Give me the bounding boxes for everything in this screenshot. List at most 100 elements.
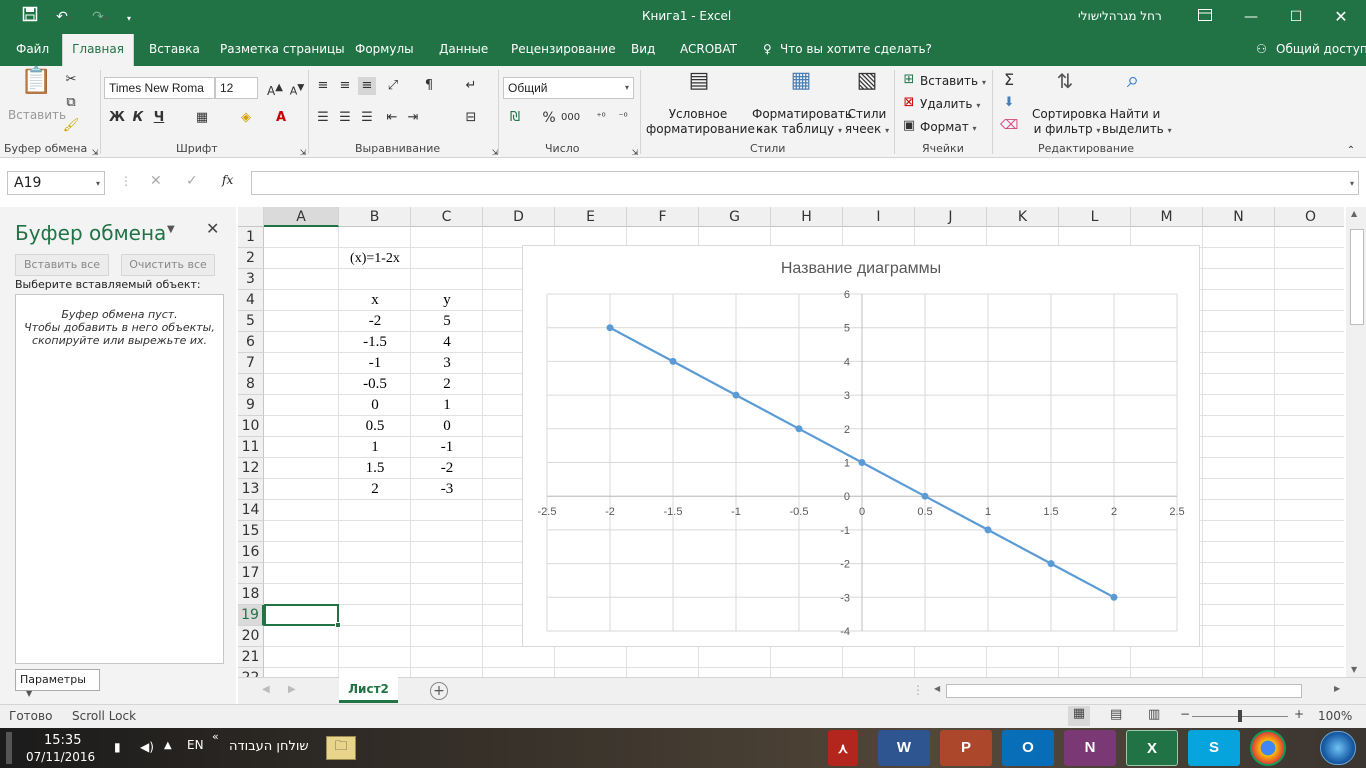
vertical-scrollbar[interactable]: ▲ ▼ xyxy=(1346,207,1366,677)
desktop-toolbar-chevron[interactable]: « xyxy=(212,730,219,743)
row-header[interactable]: 6 xyxy=(238,332,264,353)
borders-icon[interactable]: ▦ xyxy=(193,109,211,127)
tab-acrobat[interactable]: ACROBAT xyxy=(680,42,737,56)
font-color-icon[interactable]: A xyxy=(272,109,290,127)
tab-split-grip[interactable]: ⋮ xyxy=(912,683,924,697)
pane-close-icon[interactable]: ✕ xyxy=(206,219,219,238)
row-header[interactable]: 21 xyxy=(238,647,264,668)
column-header[interactable]: M xyxy=(1131,207,1203,227)
tab-review[interactable]: Рецензирование xyxy=(511,42,616,56)
share-button[interactable]: Общий доступ xyxy=(1276,42,1366,56)
clock-date[interactable]: 07/11/2016 xyxy=(26,750,95,764)
customize-qat-icon[interactable]: ▾ xyxy=(118,6,140,28)
row-header[interactable]: 20 xyxy=(238,626,264,647)
word-taskbar-icon[interactable]: W xyxy=(878,730,930,766)
row-header[interactable]: 13 xyxy=(238,479,264,500)
row-header[interactable]: 18 xyxy=(238,584,264,605)
y-value-cell[interactable]: 3 xyxy=(411,353,483,374)
conditional-formatting-icon[interactable]: ▤ xyxy=(684,70,714,102)
horizontal-scroll-thumb[interactable] xyxy=(946,684,1302,698)
align-top-icon[interactable]: ≡ xyxy=(314,77,332,95)
x-value-cell[interactable]: -1.5 xyxy=(339,332,411,353)
worksheet-grid[interactable]: A B C D E F G H I J K L M N O 1 2 3 4 5 … xyxy=(238,207,1344,677)
find-select-icon[interactable]: ⌕ xyxy=(1118,70,1148,102)
sort-filter-icon[interactable]: ⇅ xyxy=(1050,71,1080,102)
increase-indent-icon[interactable]: ⇥ xyxy=(404,109,422,127)
row-header[interactable]: 12 xyxy=(238,458,264,479)
thousands-button[interactable]: 000 xyxy=(561,109,580,127)
tab-scroll-left-icon[interactable]: ◀ xyxy=(262,684,270,695)
network-icon[interactable]: ▮ xyxy=(114,740,121,754)
x-value-cell[interactable]: 0.5 xyxy=(339,416,411,437)
format-painter-icon[interactable]: 🖌 xyxy=(62,117,80,135)
font-name-combo[interactable]: Times New Roma xyxy=(104,77,215,99)
cell-styles-button[interactable]: Стили ячеек ▾ xyxy=(844,107,890,138)
tab-home[interactable]: Главная xyxy=(62,34,134,66)
align-center-icon[interactable]: ☰ xyxy=(336,109,354,127)
hscroll-left-icon[interactable]: ◀ xyxy=(934,684,940,693)
find-select-button[interactable]: Найти и выделить ▾ xyxy=(1102,107,1172,138)
column-header[interactable]: A xyxy=(264,207,339,227)
page-layout-view-icon[interactable]: ▤ xyxy=(1110,707,1122,722)
sheet-tab-active[interactable]: Лист2 xyxy=(339,677,398,703)
cancel-icon[interactable]: ✕ xyxy=(150,173,162,189)
column-header[interactable]: C xyxy=(411,207,483,227)
maximize-icon[interactable]: ☐ xyxy=(1285,6,1307,28)
y-value-cell[interactable]: -1 xyxy=(411,437,483,458)
wrap-text-icon[interactable]: ↵ xyxy=(462,77,480,95)
excel-taskbar-icon[interactable]: X xyxy=(1126,730,1178,766)
align-left-icon[interactable]: ☰ xyxy=(314,109,332,127)
insert-function-button[interactable]: fx xyxy=(222,173,233,187)
insert-cells-icon[interactable]: ⊞ xyxy=(900,71,918,89)
y-value-cell[interactable]: 1 xyxy=(411,395,483,416)
y-value-cell[interactable]: -3 xyxy=(411,479,483,500)
onenote-taskbar-icon[interactable]: N xyxy=(1064,730,1116,766)
clear-all-button[interactable]: Очистить все xyxy=(121,254,215,276)
x-value-cell[interactable]: 2 xyxy=(339,479,411,500)
paste-all-button[interactable]: Вставить все xyxy=(15,254,109,276)
font-size-combo[interactable]: 12 xyxy=(215,77,258,99)
pane-options-icon[interactable]: ▼ xyxy=(167,224,175,235)
formula-label-cell[interactable]: (x)=1-2x xyxy=(339,248,411,269)
outlook-taskbar-icon[interactable]: O xyxy=(1002,730,1054,766)
cut-icon[interactable]: ✂ xyxy=(62,71,80,89)
name-box[interactable]: A19 ▾ xyxy=(7,171,105,195)
column-header[interactable]: H xyxy=(771,207,843,227)
decrease-indent-icon[interactable]: ⇤ xyxy=(383,109,401,127)
y-value-cell[interactable]: -2 xyxy=(411,458,483,479)
row-header[interactable]: 10 xyxy=(238,416,264,437)
formula-input[interactable]: ▾ xyxy=(251,171,1359,195)
chrome-taskbar-icon[interactable] xyxy=(1250,730,1286,766)
x-value-cell[interactable]: 0 xyxy=(339,395,411,416)
column-header[interactable]: O xyxy=(1275,207,1344,227)
column-header[interactable]: I xyxy=(843,207,915,227)
y-value-cell[interactable]: 0 xyxy=(411,416,483,437)
save-icon[interactable] xyxy=(19,6,41,28)
selected-cell-a19[interactable] xyxy=(264,604,341,628)
x-value-cell[interactable]: -2 xyxy=(339,311,411,332)
column-header[interactable]: D xyxy=(483,207,555,227)
x-header-cell[interactable]: x xyxy=(339,290,411,311)
volume-icon[interactable]: ◀) xyxy=(140,740,154,754)
row-header[interactable]: 22 xyxy=(238,668,264,677)
fill-handle[interactable] xyxy=(335,622,341,628)
tab-data[interactable]: Данные xyxy=(439,42,488,56)
merge-center-icon[interactable]: ⊟ xyxy=(462,109,480,127)
tell-me-box[interactable]: Что вы хотите сделать? xyxy=(780,42,932,56)
row-header[interactable]: 7 xyxy=(238,353,264,374)
row-header[interactable]: 1 xyxy=(238,227,264,248)
x-value-cell[interactable]: -0.5 xyxy=(339,374,411,395)
format-as-table-button[interactable]: Форматировать как таблицу ▾ xyxy=(752,107,852,138)
tab-file[interactable]: Файл xyxy=(16,42,49,56)
minimize-icon[interactable]: — xyxy=(1240,6,1262,28)
zoom-in-icon[interactable]: + xyxy=(1294,707,1304,721)
new-sheet-icon[interactable]: + xyxy=(430,682,448,700)
clock-time[interactable]: 15:35 xyxy=(44,733,81,748)
italic-button[interactable]: К xyxy=(129,109,147,127)
column-header[interactable]: N xyxy=(1203,207,1275,227)
column-header[interactable]: L xyxy=(1059,207,1131,227)
align-right-icon[interactable]: ☰ xyxy=(358,109,376,127)
row-header[interactable]: 8 xyxy=(238,374,264,395)
paste-button[interactable]: Вставить xyxy=(8,108,66,123)
insert-cells-button[interactable]: Вставить ▾ xyxy=(920,74,986,88)
